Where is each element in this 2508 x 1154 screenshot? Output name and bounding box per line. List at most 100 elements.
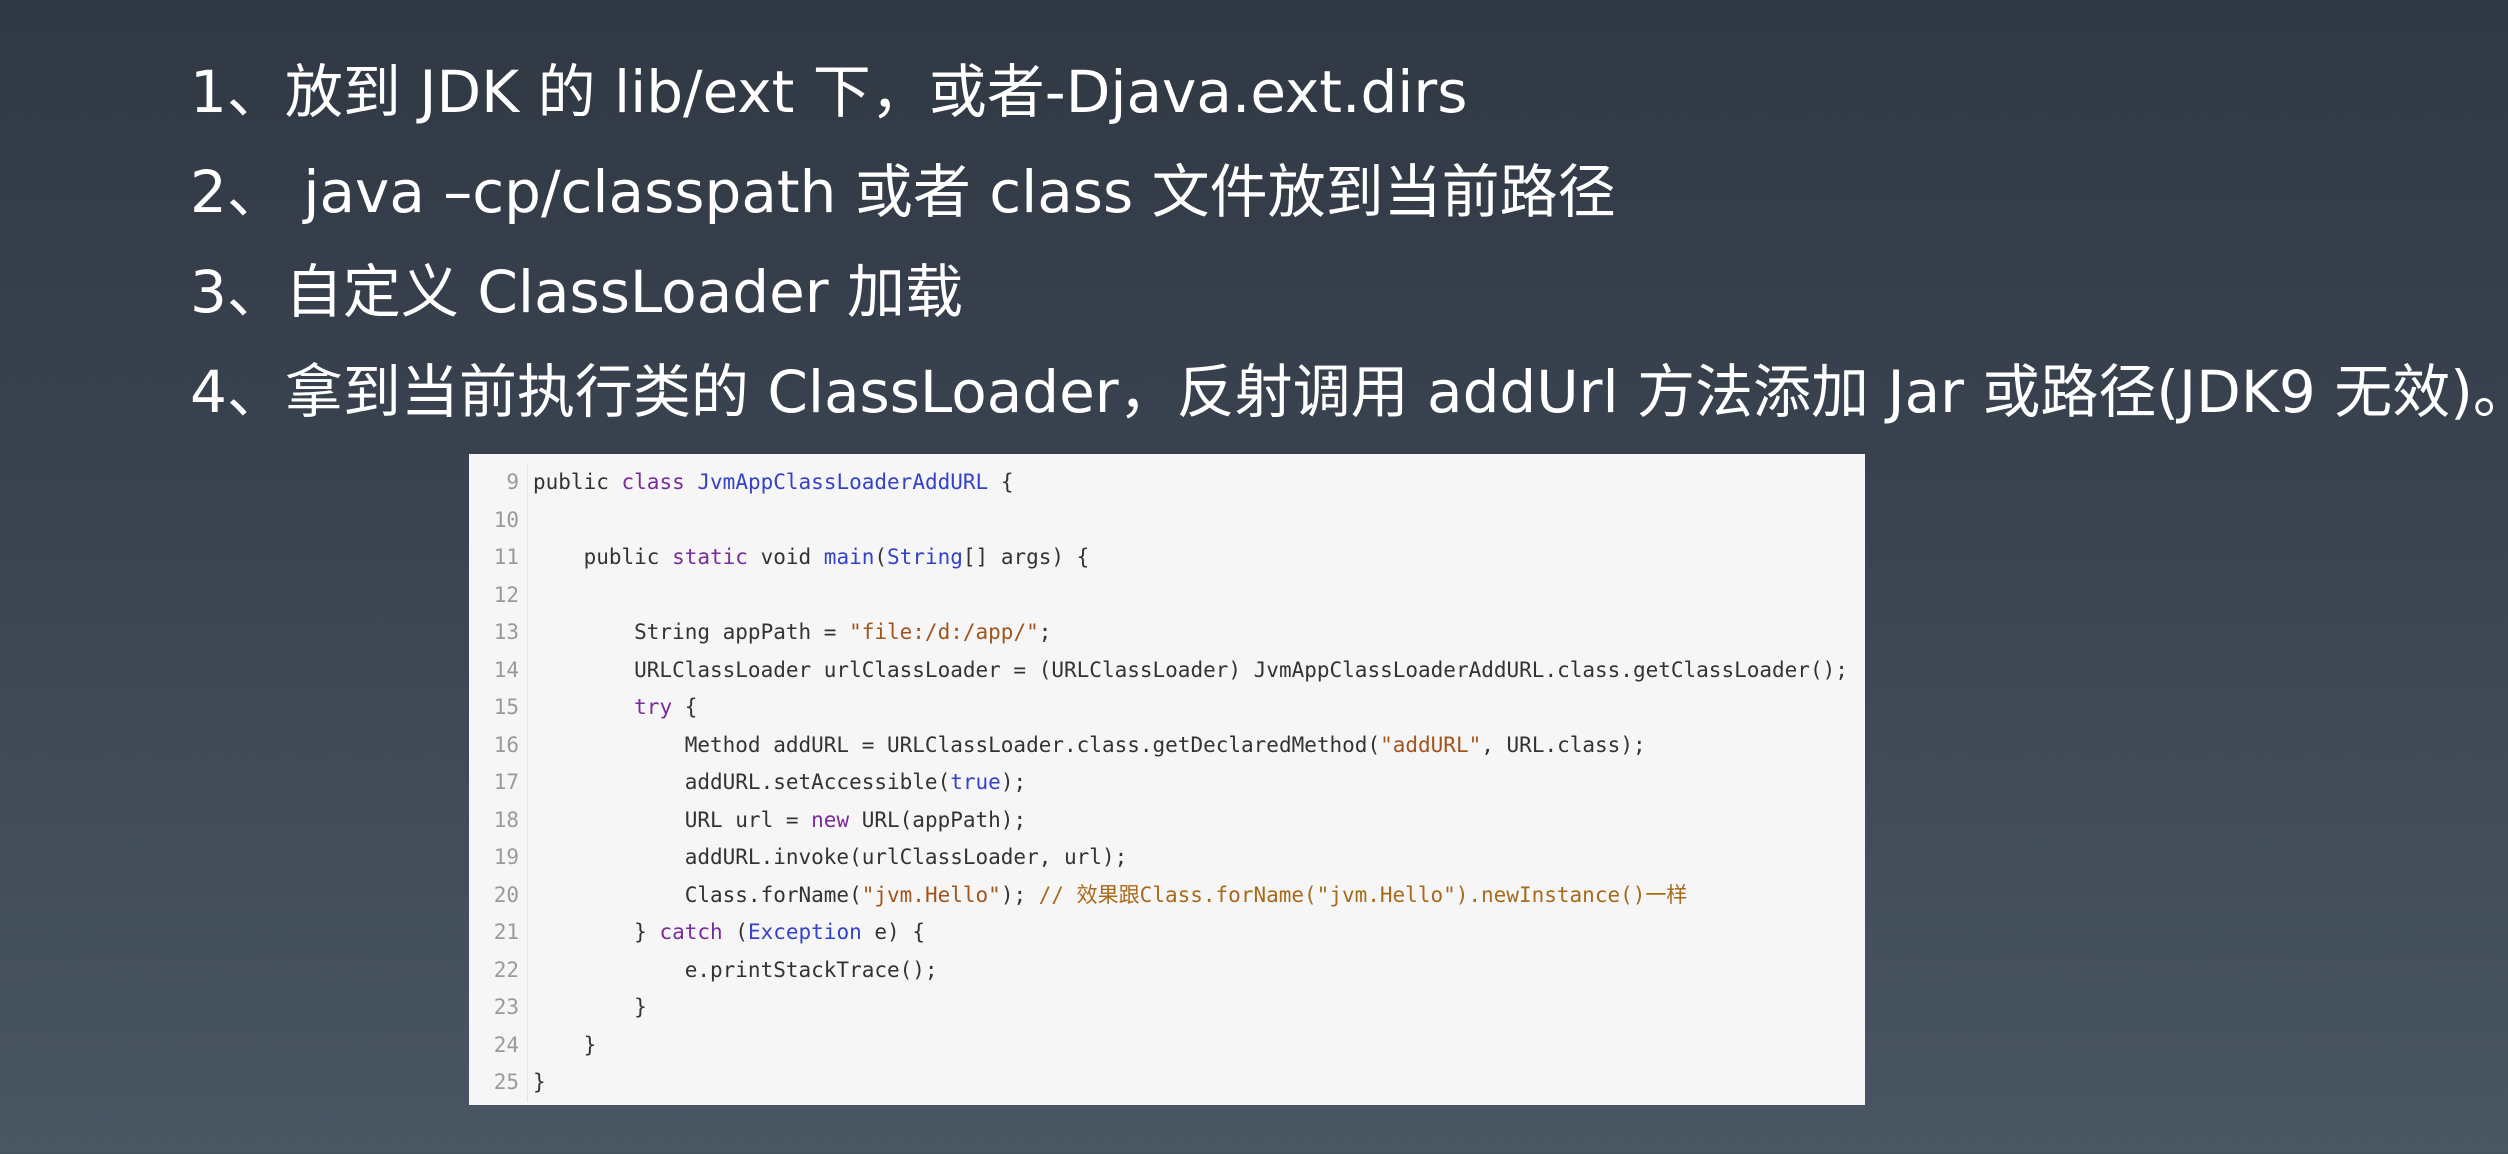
code-token: URL url = xyxy=(533,807,812,832)
gutter-divider xyxy=(527,576,528,614)
code-token: URL(appPath); xyxy=(849,807,1027,832)
code-line: 16 Method addURL = URLClassLoader.class.… xyxy=(469,726,1865,765)
code-line: 18 URL url = new URL(appPath); xyxy=(469,801,1865,839)
code-line: 25} xyxy=(469,1064,1865,1102)
line-number: 19 xyxy=(493,845,519,869)
gutter-divider xyxy=(527,1064,528,1102)
gutter-divider xyxy=(527,914,528,952)
gutter-divider xyxy=(527,651,528,689)
code-token: Method addURL = URLClassLoader.class.get… xyxy=(533,732,1381,757)
line-number: 17 xyxy=(493,770,519,794)
code-token: , URL.class); xyxy=(1481,732,1646,757)
code-line: 21 } catch (Exception e) { xyxy=(469,914,1865,952)
line-number: 21 xyxy=(493,920,519,944)
code-token: Class.forName( xyxy=(533,882,862,907)
code-token: [] args) { xyxy=(962,545,1090,569)
code-text: public static void main(String[] args) { xyxy=(527,539,1090,577)
code-line: 12 xyxy=(469,576,1865,614)
code-token: ( xyxy=(722,920,748,944)
code-text: } xyxy=(527,1027,597,1065)
bullet-item: 2、 java –cp/classpath 或者 class 文件放到当前路径 xyxy=(190,158,1616,226)
code-token: ); xyxy=(1000,882,1039,907)
code-text: Class.forName("jvm.Hello"); // 效果跟Class.… xyxy=(527,877,1688,915)
code-token: // 效果跟Class.forName("jvm.Hello").newInst… xyxy=(1038,882,1688,907)
code-token: } xyxy=(533,995,647,1019)
gutter-divider xyxy=(527,726,528,764)
code-token: String xyxy=(887,545,963,569)
gutter-divider xyxy=(527,801,528,839)
code-token: ); xyxy=(1000,770,1027,794)
code-token: "addURL" xyxy=(1380,732,1482,757)
code-line: 11 public static void main(String[] args… xyxy=(469,539,1865,577)
code-line: 9 public class JvmAppClassLoaderAddURL { xyxy=(469,464,1865,502)
code-token: ( xyxy=(874,545,888,569)
code-token: ; xyxy=(1038,620,1052,644)
code-line: 13 String appPath = "file:/d:/app/"; xyxy=(469,614,1865,652)
code-token: e) { xyxy=(861,920,925,944)
code-text: } catch (Exception e) { xyxy=(527,914,925,952)
code-text: } xyxy=(527,1064,546,1102)
code-token: { xyxy=(672,695,698,719)
code-token: new xyxy=(811,807,850,832)
code-token: void xyxy=(747,545,824,569)
code-text: Method addURL = URLClassLoader.class.get… xyxy=(527,727,1646,765)
code-token: } xyxy=(533,1070,546,1094)
code-line: 20 Class.forName("jvm.Hello"); // 效果跟Cla… xyxy=(469,876,1865,915)
gutter-divider xyxy=(527,539,528,577)
code-token: } xyxy=(533,920,660,944)
code-line: 15 try { xyxy=(469,689,1865,727)
code-line: 19 addURL.invoke(urlClassLoader, url); xyxy=(469,839,1865,877)
line-number: 9 xyxy=(506,470,519,494)
code-line: 10 xyxy=(469,501,1865,539)
code-token: e.printStackTrace(); xyxy=(533,957,938,982)
code-line: 14 URLClassLoader urlClassLoader = (URLC… xyxy=(469,651,1865,689)
code-token: addURL.setAccessible( xyxy=(533,770,951,794)
code-text: e.printStackTrace(); xyxy=(527,952,938,990)
code-token: catch xyxy=(659,920,723,944)
code-token: Exception xyxy=(747,920,862,944)
gutter-divider xyxy=(527,951,528,989)
bullet-item: 3、自定义 ClassLoader 加载 xyxy=(190,258,964,326)
code-token: public xyxy=(533,545,673,569)
code-token: "file:/d:/app/" xyxy=(849,620,1039,644)
code-line: 23 } xyxy=(469,989,1865,1027)
line-number: 18 xyxy=(493,807,519,832)
gutter-divider xyxy=(527,689,528,727)
code-line: 24 } xyxy=(469,1026,1865,1065)
code-token: String appPath = xyxy=(533,620,850,644)
code-line: 17 addURL.setAccessible(true); xyxy=(469,764,1865,802)
line-number: 22 xyxy=(493,957,519,982)
line-number: 11 xyxy=(493,545,519,569)
code-token: class xyxy=(621,470,685,494)
code-token: } xyxy=(533,1032,597,1057)
line-number: 23 xyxy=(493,995,519,1019)
bullet-item: 1、放到 JDK 的 lib/ext 下，或者-Djava.ext.dirs xyxy=(190,58,1468,126)
code-token: static xyxy=(672,545,748,569)
line-number: 13 xyxy=(493,620,519,644)
code-token: URLClassLoader urlClassLoader = (URLClas… xyxy=(533,657,1848,682)
gutter-divider xyxy=(527,764,528,802)
code-text: addURL.setAccessible(true); xyxy=(527,764,1026,802)
code-token: try xyxy=(634,695,673,719)
code-token: JvmAppClassLoaderAddURL xyxy=(697,470,989,494)
line-number: 14 xyxy=(493,657,519,682)
code-text: } xyxy=(527,989,647,1027)
code-token: { xyxy=(988,470,1014,494)
line-number: 24 xyxy=(493,1032,519,1057)
line-number: 12 xyxy=(493,582,519,607)
gutter-divider xyxy=(527,1026,528,1064)
code-token: public xyxy=(533,470,622,494)
gutter-divider xyxy=(527,876,528,914)
code-text: try { xyxy=(527,689,697,727)
line-number: 16 xyxy=(493,732,519,757)
code-line: 22 e.printStackTrace(); xyxy=(469,951,1865,990)
line-number: 20 xyxy=(493,882,519,907)
code-block: 9 public class JvmAppClassLoaderAddURL {1… xyxy=(469,454,1865,1105)
line-number: 10 xyxy=(493,507,519,532)
gutter-divider xyxy=(527,839,528,877)
bullet-list: 1、放到 JDK 的 lib/ext 下，或者-Djava.ext.dirs 2… xyxy=(190,42,2508,442)
line-number: 15 xyxy=(493,695,519,719)
code-token: main xyxy=(823,545,875,569)
